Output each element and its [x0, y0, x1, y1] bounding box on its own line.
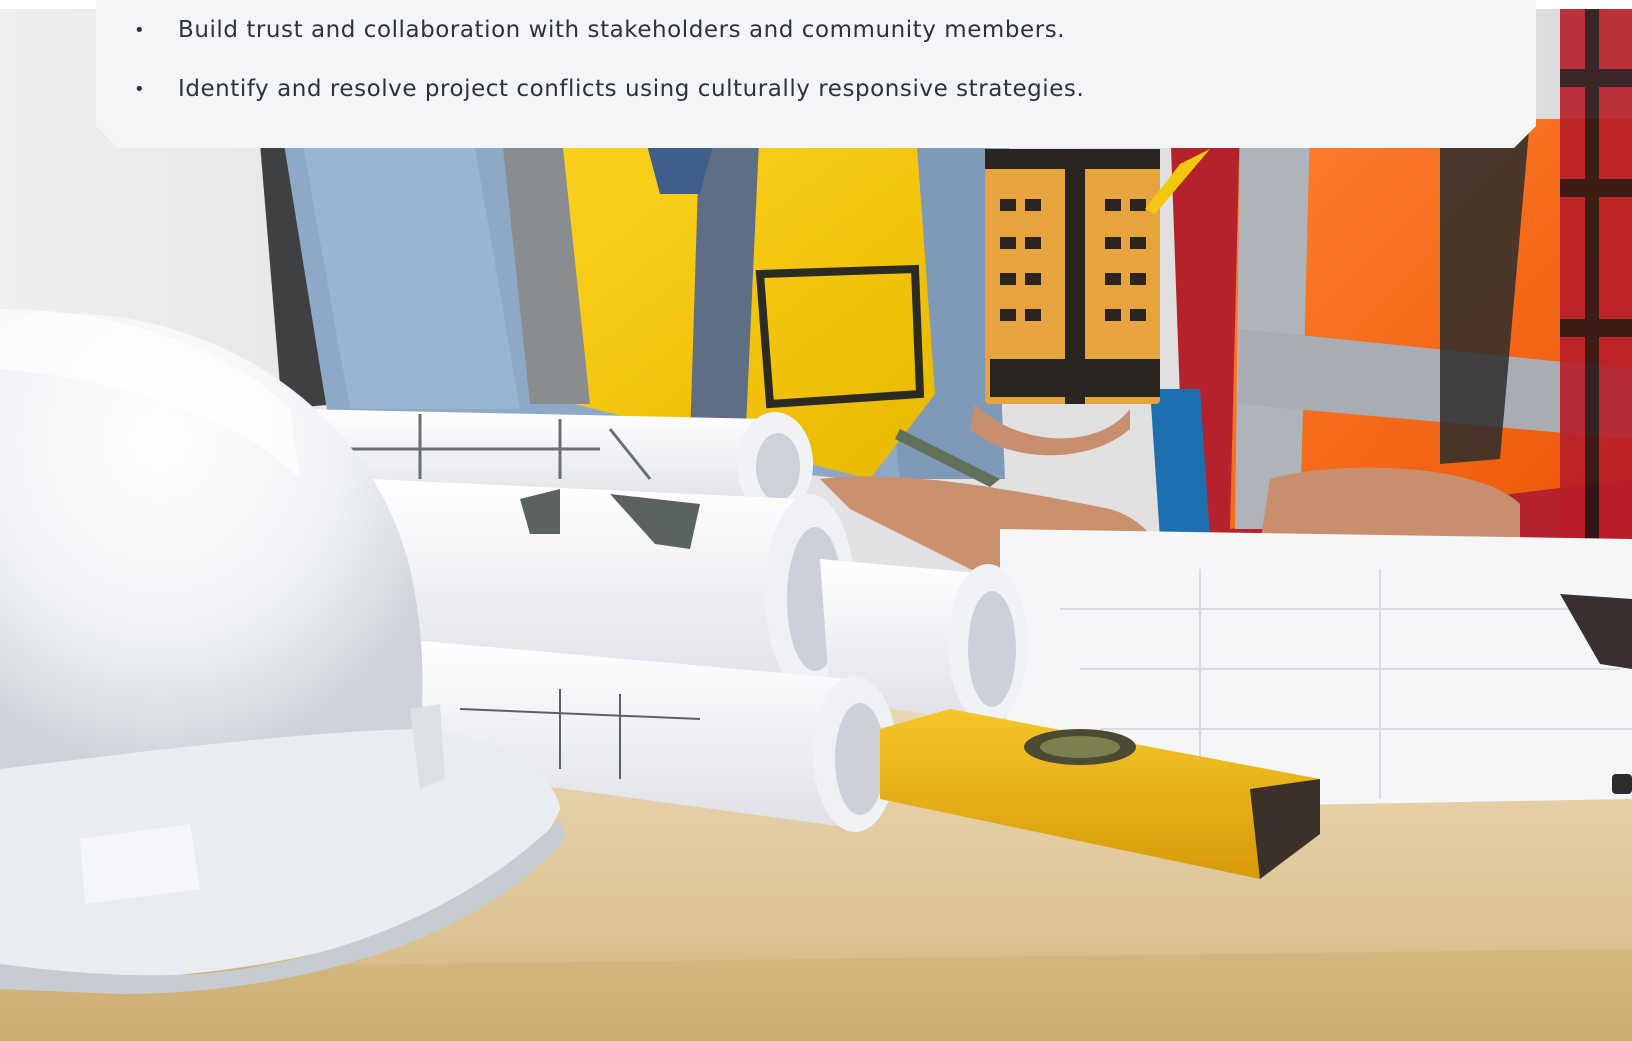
bullet-icon: •	[134, 19, 146, 41]
hero-photo	[0, 9, 1632, 1041]
slide-page: • Build trust and collaboration with sta…	[0, 0, 1632, 1041]
bullet-icon: •	[134, 78, 146, 100]
construction-desk-illustration	[0, 9, 1632, 1041]
objective-item-conflicts: • Identify and resolve project conflicts…	[134, 69, 1084, 109]
objective-item-trust: • Build trust and collaboration with sta…	[134, 10, 1065, 50]
objective-text: Identify and resolve project conflicts u…	[178, 76, 1085, 102]
objective-text: Build trust and collaboration with stake…	[178, 17, 1066, 43]
objectives-card: • Build trust and collaboration with sta…	[96, 0, 1536, 148]
